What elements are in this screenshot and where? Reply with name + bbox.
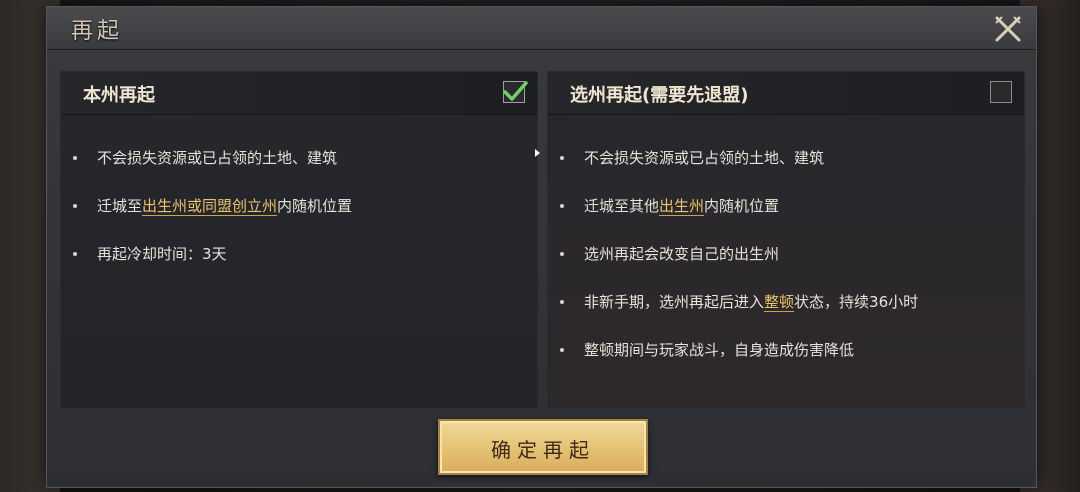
panel-local-title: 本州再起 bbox=[83, 85, 155, 106]
bullet-dot bbox=[560, 300, 564, 304]
checkmark-icon bbox=[503, 81, 528, 101]
highlight-text[interactable]: 出生州或同盟创立州 bbox=[142, 197, 278, 216]
confirm-revive-label: 确定再起 bbox=[491, 438, 595, 462]
dialog-title-bar: 再起 bbox=[47, 7, 1036, 50]
choose-state-checkbox[interactable] bbox=[990, 81, 1012, 103]
mouse-cursor-icon bbox=[535, 149, 540, 157]
highlight-text[interactable]: 出生州 bbox=[659, 197, 705, 216]
bullet-dot bbox=[73, 204, 77, 208]
dialog-title: 再起 bbox=[71, 19, 124, 44]
list-item: 迁城至其他出生州内随机位置 bbox=[548, 196, 1024, 244]
bullet-dot bbox=[560, 156, 564, 160]
list-item: 非新手期，选州再起后进入整顿状态，持续36小时 bbox=[548, 292, 1024, 340]
highlight-text[interactable]: 整顿 bbox=[764, 293, 795, 312]
panel-local-header[interactable]: 本州再起 bbox=[61, 72, 537, 115]
close-crossed-swords-icon bbox=[995, 16, 1021, 42]
list-item: 不会损失资源或已占领的土地、建筑 bbox=[61, 148, 537, 196]
list-item: 再起冷却时间：3天 bbox=[61, 244, 537, 292]
local-revive-bullets: 不会损失资源或已占领的土地、建筑 迁城至出生州或同盟创立州内随机位置 再起冷却时… bbox=[61, 148, 537, 292]
bullet-dot bbox=[73, 156, 77, 160]
list-item: 不会损失资源或已占领的土地、建筑 bbox=[548, 148, 1024, 196]
revive-dialog: 再起 本州再起 不会损失资源或已占领的土地、建筑 迁城至出生州或同盟创立州内随机… bbox=[46, 6, 1037, 488]
bullet-dot bbox=[560, 348, 564, 352]
bullet-dot bbox=[560, 204, 564, 208]
list-item: 选州再起会改变自己的出生州 bbox=[548, 244, 1024, 292]
bullet-dot bbox=[560, 252, 564, 256]
bullet-dot bbox=[73, 252, 77, 256]
panel-choose-title: 选州再起(需要先退盟) bbox=[570, 85, 749, 106]
panel-choose-header[interactable]: 选州再起(需要先退盟) bbox=[548, 72, 1024, 115]
close-button[interactable] bbox=[992, 13, 1024, 45]
list-item: 整顿期间与玩家战斗，自身造成伤害降低 bbox=[548, 340, 1024, 388]
choose-revive-bullets: 不会损失资源或已占领的土地、建筑 迁城至其他出生州内随机位置 选州再起会改变自己… bbox=[548, 148, 1024, 388]
confirm-revive-button[interactable]: 确定再起 bbox=[438, 419, 648, 475]
panel-choose-state-revive[interactable]: 选州再起(需要先退盟) 不会损失资源或已占领的土地、建筑 迁城至其他出生州内随机… bbox=[547, 71, 1025, 409]
list-item: 迁城至出生州或同盟创立州内随机位置 bbox=[61, 196, 537, 244]
local-revive-checkbox[interactable] bbox=[503, 81, 528, 103]
panel-local-revive[interactable]: 本州再起 不会损失资源或已占领的土地、建筑 迁城至出生州或同盟创立州内随机位置 … bbox=[60, 71, 538, 409]
